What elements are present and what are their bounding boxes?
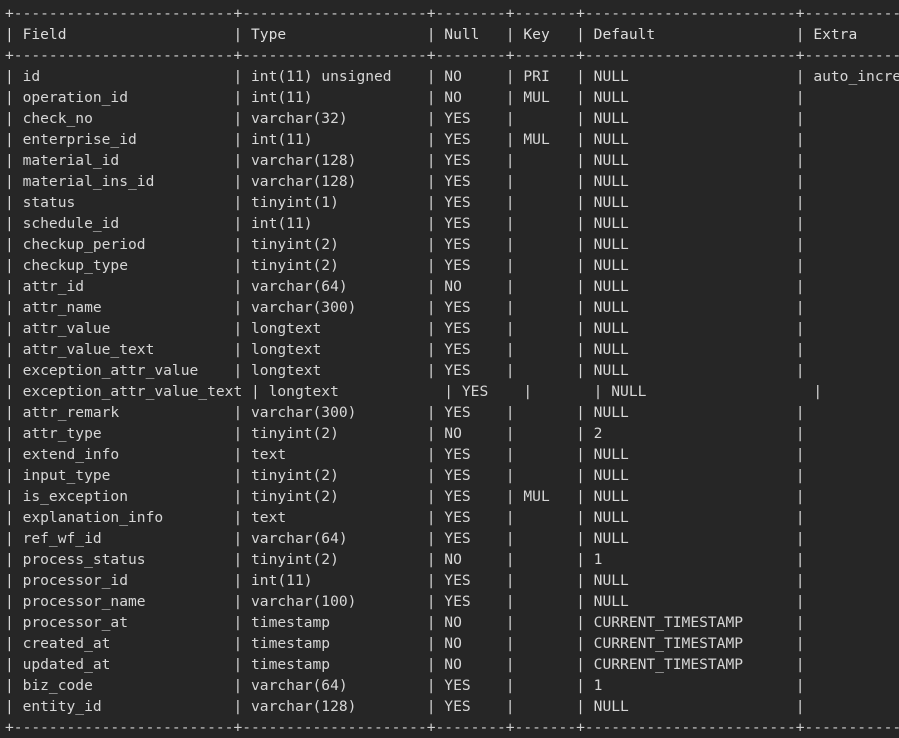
table-row: | attr_id | varchar(64) | NO | | NULL | … bbox=[5, 278, 899, 295]
table-row: | entity_id | varchar(128) | YES | | NUL… bbox=[5, 698, 899, 715]
table-border-top: +-------------------------+-------------… bbox=[5, 5, 899, 22]
table-row: | ref_wf_id | varchar(64) | YES | | NULL… bbox=[5, 530, 899, 547]
table-row: | input_type | tinyint(2) | YES | | NULL… bbox=[5, 467, 899, 484]
table-row: | biz_code | varchar(64) | YES | | 1 | | bbox=[5, 677, 899, 694]
table-row: | updated_at | timestamp | NO | | CURREN… bbox=[5, 656, 899, 673]
table-row: | created_at | timestamp | NO | | CURREN… bbox=[5, 635, 899, 652]
table-row: | id | int(11) unsigned | NO | PRI | NUL… bbox=[5, 68, 899, 85]
describe-table-output: +-------------------------+-------------… bbox=[5, 3, 899, 738]
table-row: | exception_attr_value | longtext | YES … bbox=[5, 362, 899, 379]
table-row: | attr_value | longtext | YES | | NULL |… bbox=[5, 320, 899, 337]
table-row: | processor_at | timestamp | NO | | CURR… bbox=[5, 614, 899, 631]
table-row: | checkup_period | tinyint(2) | YES | | … bbox=[5, 236, 899, 253]
table-row: | processor_id | int(11) | YES | | NULL … bbox=[5, 572, 899, 589]
table-row: | attr_remark | varchar(300) | YES | | N… bbox=[5, 404, 899, 421]
table-row: | enterprise_id | int(11) | YES | MUL | … bbox=[5, 131, 899, 148]
table-border-header: +-------------------------+-------------… bbox=[5, 47, 899, 64]
table-border-bottom: +-------------------------+-------------… bbox=[5, 719, 899, 736]
table-row: | material_ins_id | varchar(128) | YES |… bbox=[5, 173, 899, 190]
terminal-window[interactable]: +-------------------------+-------------… bbox=[0, 0, 899, 737]
table-row: | process_status | tinyint(2) | NO | | 1… bbox=[5, 551, 899, 568]
table-row: | attr_value_text | longtext | YES | | N… bbox=[5, 341, 899, 358]
table-row: | attr_name | varchar(300) | YES | | NUL… bbox=[5, 299, 899, 316]
table-row: | check_no | varchar(32) | YES | | NULL … bbox=[5, 110, 899, 127]
table-row: | exception_attr_value_text | longtext |… bbox=[5, 383, 899, 400]
table-row: | checkup_type | tinyint(2) | YES | | NU… bbox=[5, 257, 899, 274]
table-row: | status | tinyint(1) | YES | | NULL | | bbox=[5, 194, 899, 211]
table-row: | operation_id | int(11) | NO | MUL | NU… bbox=[5, 89, 899, 106]
table-row: | material_id | varchar(128) | YES | | N… bbox=[5, 152, 899, 169]
table-row: | is_exception | tinyint(2) | YES | MUL … bbox=[5, 488, 899, 505]
table-header-row: | Field | Type | Null | Key | Default | … bbox=[5, 26, 899, 43]
table-row: | attr_type | tinyint(2) | NO | | 2 | | bbox=[5, 425, 899, 442]
table-row: | extend_info | text | YES | | NULL | | bbox=[5, 446, 899, 463]
table-row: | processor_name | varchar(100) | YES | … bbox=[5, 593, 899, 610]
table-row: | explanation_info | text | YES | | NULL… bbox=[5, 509, 899, 526]
table-row: | schedule_id | int(11) | YES | | NULL |… bbox=[5, 215, 899, 232]
